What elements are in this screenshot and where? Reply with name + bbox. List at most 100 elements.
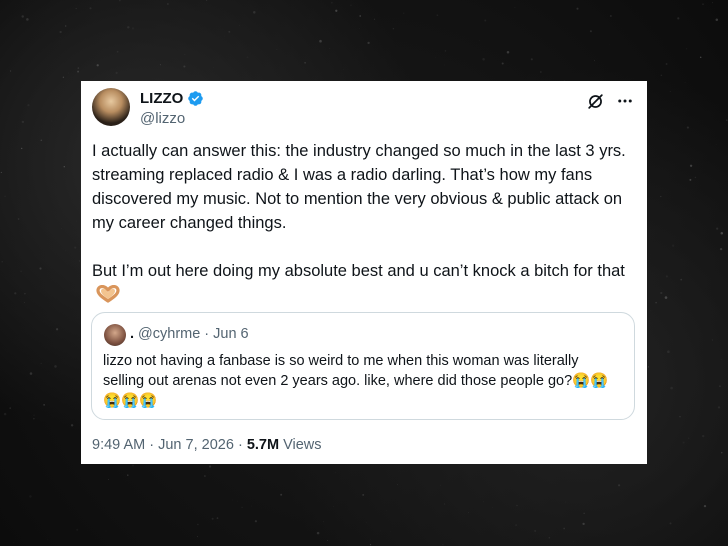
texture-speck bbox=[715, 144, 717, 145]
texture-speck bbox=[254, 520, 258, 523]
quoted-display-name[interactable]: . bbox=[130, 326, 134, 342]
texture-speck bbox=[669, 522, 672, 525]
texture-speck bbox=[516, 504, 518, 507]
texture-speck bbox=[482, 58, 485, 61]
texture-speck bbox=[442, 543, 444, 546]
views-count[interactable]: 5.7M bbox=[247, 437, 279, 453]
texture-speck bbox=[483, 501, 484, 503]
texture-speck bbox=[359, 27, 361, 29]
texture-speck bbox=[43, 404, 45, 406]
texture-speck bbox=[680, 278, 683, 281]
texture-speck bbox=[232, 499, 234, 501]
texture-speck bbox=[444, 64, 446, 66]
heart-hands-emoji bbox=[96, 284, 120, 310]
texture-speck bbox=[660, 195, 662, 198]
texture-speck bbox=[105, 530, 107, 532]
more-icon[interactable] bbox=[615, 91, 635, 111]
texture-speck bbox=[197, 523, 199, 526]
texture-speck bbox=[694, 176, 697, 179]
texture-speck bbox=[212, 67, 214, 68]
tweet-actions bbox=[585, 91, 635, 111]
texture-speck bbox=[246, 56, 249, 59]
texture-speck bbox=[720, 359, 722, 361]
texture-speck bbox=[677, 17, 680, 20]
tweet-body: I actually can answer this: the industry… bbox=[92, 142, 626, 280]
texture-speck bbox=[205, 0, 208, 1]
avatar[interactable] bbox=[92, 88, 130, 126]
texture-speck bbox=[280, 493, 283, 496]
author-handle[interactable]: @lizzo bbox=[140, 110, 185, 127]
texture-speck bbox=[107, 479, 109, 481]
texture-speck bbox=[21, 147, 23, 150]
texture-speck bbox=[390, 531, 391, 532]
texture-speck bbox=[239, 24, 240, 26]
texture-speck bbox=[444, 503, 446, 505]
texture-speck bbox=[118, 0, 121, 2]
texture-speck bbox=[670, 386, 673, 390]
quoted-date[interactable]: Jun 6 bbox=[213, 326, 248, 342]
texture-speck bbox=[21, 120, 25, 124]
texture-speck bbox=[20, 270, 22, 272]
texture-speck bbox=[380, 530, 382, 532]
texture-speck bbox=[55, 328, 59, 331]
texture-speck bbox=[184, 53, 186, 55]
texture-speck bbox=[468, 512, 469, 514]
texture-speck bbox=[33, 414, 35, 416]
texture-speck bbox=[484, 19, 487, 22]
texture-speck bbox=[689, 178, 692, 181]
texture-speck bbox=[77, 70, 80, 73]
texture-speck bbox=[96, 64, 99, 67]
texture-speck bbox=[59, 30, 62, 34]
texture-speck bbox=[396, 484, 398, 486]
quoted-handle[interactable]: @cyhrme bbox=[138, 326, 200, 342]
texture-speck bbox=[671, 244, 675, 247]
tweet-date[interactable]: Jun 7, 2026 bbox=[158, 437, 234, 453]
quoted-avatar[interactable] bbox=[104, 324, 126, 346]
texture-speck bbox=[593, 60, 596, 62]
texture-speck bbox=[183, 65, 186, 68]
texture-speck bbox=[65, 25, 67, 27]
texture-speck bbox=[506, 50, 510, 54]
texture-speck bbox=[715, 18, 719, 22]
quoted-tweet[interactable]: . @cyhrme · Jun 6 lizzo not having a fan… bbox=[91, 312, 635, 420]
texture-speck bbox=[75, 8, 77, 10]
texture-speck bbox=[659, 436, 661, 438]
texture-speck bbox=[21, 15, 24, 18]
texture-speck bbox=[10, 70, 12, 72]
texture-speck bbox=[392, 27, 395, 30]
texture-speck bbox=[1, 261, 3, 263]
texture-speck bbox=[75, 220, 77, 222]
texture-speck bbox=[667, 350, 670, 354]
texture-speck bbox=[618, 484, 621, 487]
texture-speck bbox=[720, 231, 724, 235]
texture-speck bbox=[208, 465, 212, 468]
texture-speck bbox=[669, 91, 671, 92]
texture-speck bbox=[359, 15, 362, 17]
author-display-name[interactable]: LIZZO bbox=[140, 90, 183, 107]
texture-speck bbox=[14, 292, 17, 295]
texture-speck bbox=[686, 48, 688, 50]
texture-speck bbox=[29, 372, 33, 375]
texture-speck bbox=[331, 1, 333, 4]
texture-speck bbox=[565, 501, 566, 503]
texture-speck bbox=[335, 9, 338, 12]
texture-speck bbox=[719, 247, 723, 251]
texture-speck bbox=[703, 504, 707, 508]
texture-speck bbox=[689, 164, 693, 167]
texture-speck bbox=[26, 18, 29, 21]
texture-speck bbox=[679, 416, 681, 418]
texture-speck bbox=[492, 507, 494, 508]
texture-speck bbox=[276, 48, 278, 51]
texture-speck bbox=[721, 452, 723, 454]
quoted-header: . @cyhrme · Jun 6 bbox=[130, 326, 249, 342]
texture-speck bbox=[204, 475, 206, 477]
texture-speck bbox=[686, 126, 689, 129]
texture-speck bbox=[334, 472, 336, 474]
texture-speck bbox=[70, 424, 74, 427]
texture-speck bbox=[440, 484, 442, 486]
texture-speck bbox=[17, 218, 20, 220]
texture-speck bbox=[197, 536, 198, 538]
tweet-time[interactable]: 9:49 AM bbox=[92, 437, 145, 453]
texture-speck bbox=[40, 362, 42, 364]
grok-icon[interactable] bbox=[585, 91, 605, 111]
